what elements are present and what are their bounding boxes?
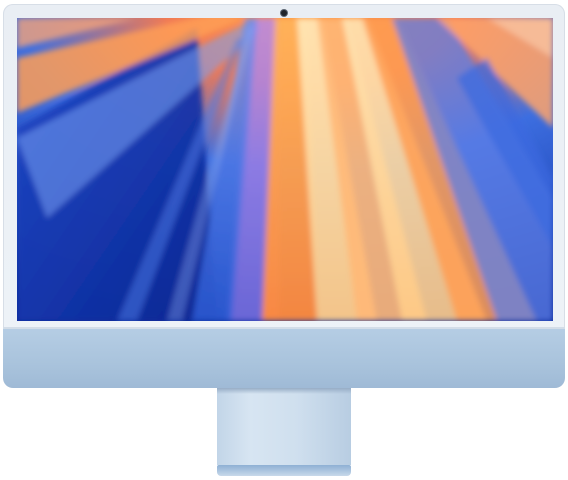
wallpaper [17, 18, 553, 321]
desktop-computer [3, 4, 565, 388]
stand-shadow [217, 388, 351, 394]
stand-foot [217, 465, 351, 476]
front-panel [3, 4, 565, 388]
camera-icon [281, 10, 287, 16]
display-screen [17, 18, 553, 321]
product-image [0, 0, 568, 480]
monitor-stand [217, 388, 351, 465]
chin [3, 329, 565, 388]
